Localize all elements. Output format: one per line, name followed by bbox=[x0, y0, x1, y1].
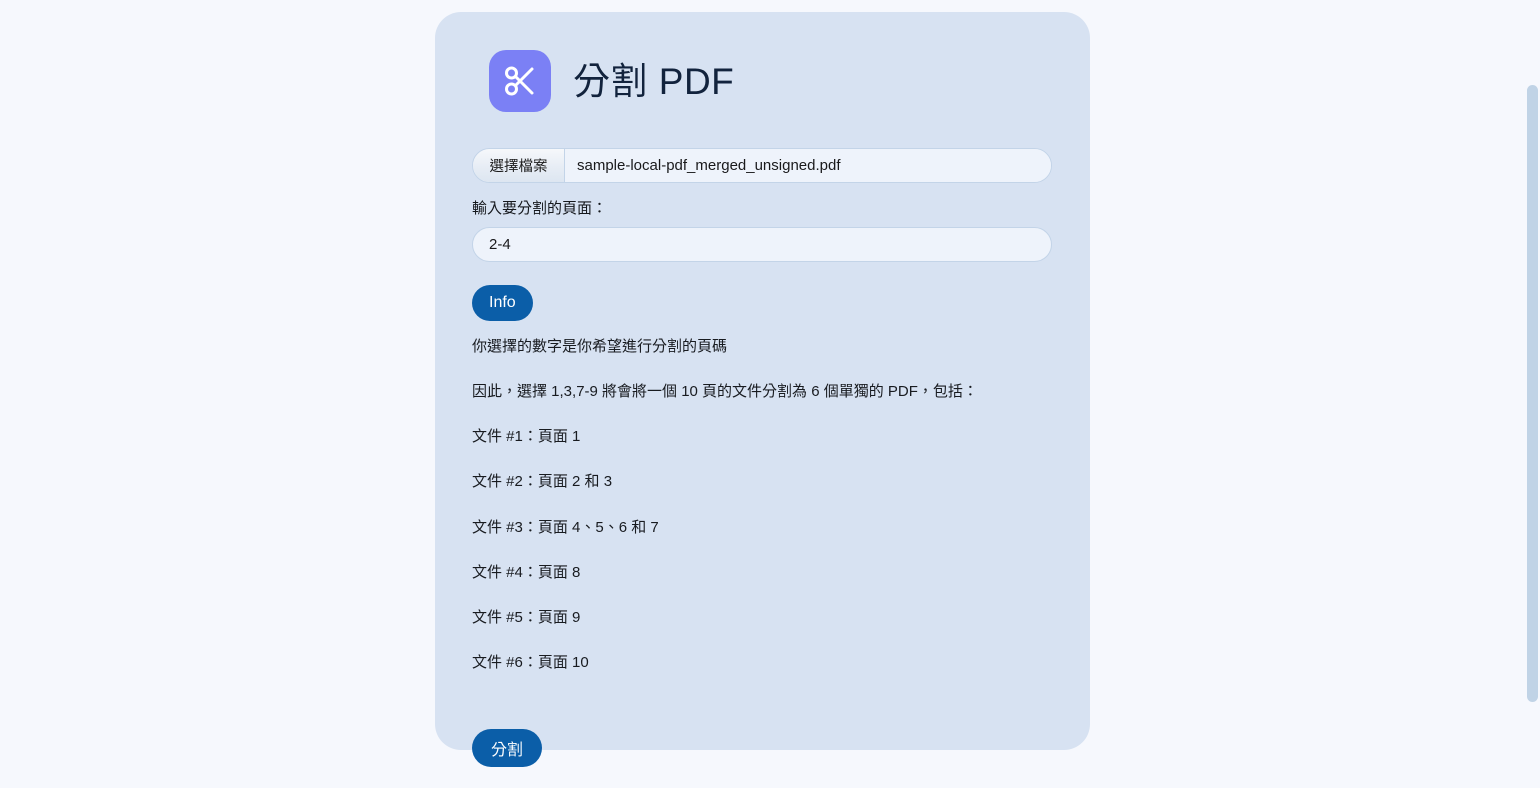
document-list-item: 文件 #1：頁面 1 bbox=[472, 428, 581, 445]
info-line: 因此，選擇 1,3,7-9 將會將一個 10 頁的文件分割為 6 個單獨的 PD… bbox=[472, 382, 978, 400]
info-line: 你選擇的數字是你希望進行分割的頁碼 bbox=[472, 337, 728, 355]
split-pdf-card: 分割 PDF 選擇檔案 sample-local-pdf_merged_unsi… bbox=[435, 12, 1090, 767]
info-body: 你選擇的數字是你希望進行分割的頁碼 因此，選擇 1,3,7-9 將會將一個 10… bbox=[472, 337, 1053, 674]
card-header: 分割 PDF bbox=[489, 50, 734, 112]
page-root: 分割 PDF 選擇檔案 sample-local-pdf_merged_unsi… bbox=[0, 0, 1540, 788]
document-list-item: 文件 #5：頁面 9 bbox=[472, 609, 581, 626]
page-title: 分割 PDF bbox=[573, 60, 735, 102]
vertical-scrollbar-thumb[interactable] bbox=[1527, 85, 1538, 702]
file-input-row[interactable]: 選擇檔案 sample-local-pdf_merged_unsigned.pd… bbox=[472, 148, 1052, 183]
choose-file-button[interactable]: 選擇檔案 bbox=[473, 149, 565, 182]
document-list-item: 文件 #3：頁面 4、5、6 和 7 bbox=[472, 518, 659, 536]
vertical-scrollbar-track[interactable] bbox=[1525, 0, 1540, 788]
pages-input[interactable] bbox=[472, 226, 1052, 262]
document-list-item: 文件 #2：頁面 2 和 3 bbox=[472, 473, 613, 491]
pages-field-label: 輸入要分割的頁面： bbox=[472, 200, 608, 217]
selected-file-name: sample-local-pdf_merged_unsigned.pdf bbox=[565, 149, 1051, 182]
split-button[interactable]: 分割 bbox=[472, 728, 543, 767]
form-area: 選擇檔案 sample-local-pdf_merged_unsigned.pd… bbox=[472, 148, 1053, 767]
info-button[interactable]: Info bbox=[472, 284, 533, 321]
scissors-icon bbox=[489, 50, 551, 112]
document-list-item: 文件 #6：頁面 10 bbox=[472, 654, 589, 672]
document-list-item: 文件 #4：頁面 8 bbox=[472, 563, 581, 581]
